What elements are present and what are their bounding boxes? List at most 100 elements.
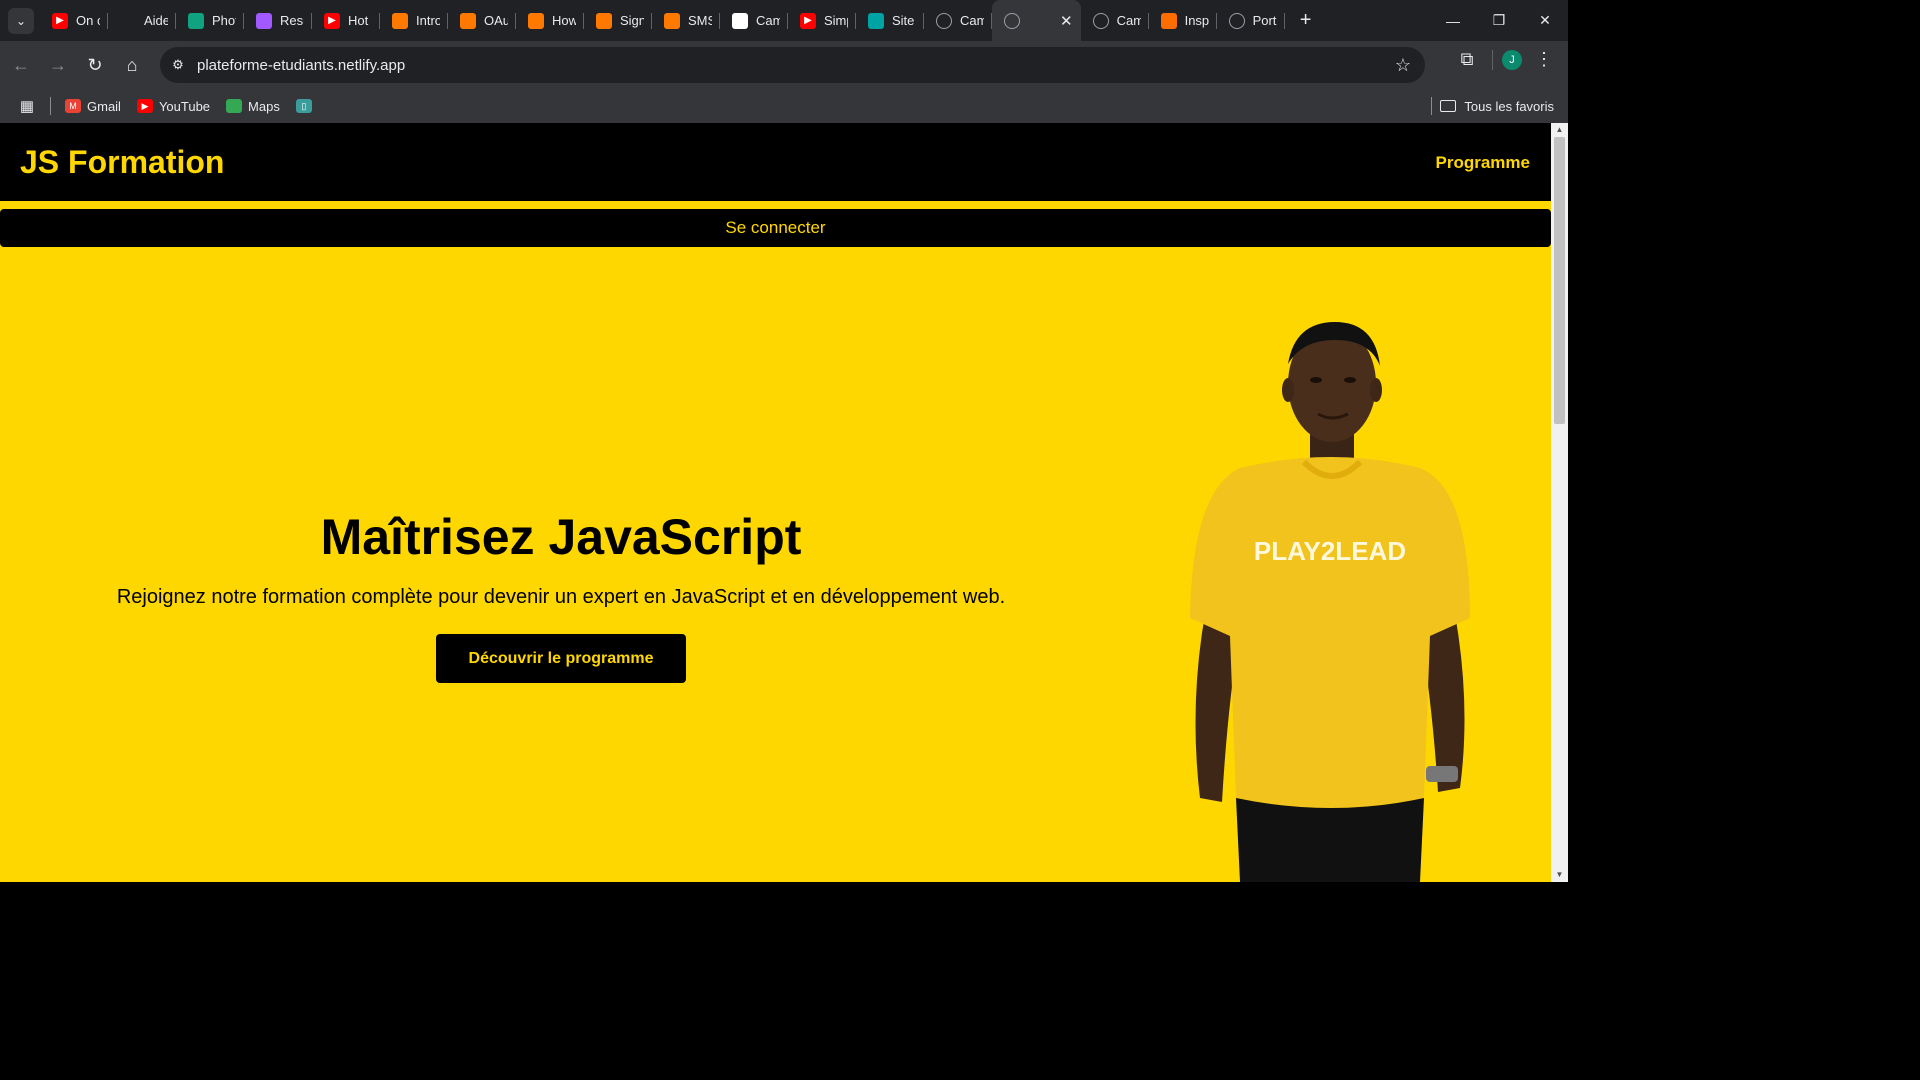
tab-title: Phot	[212, 13, 236, 28]
tab[interactable]: Cam	[924, 0, 992, 41]
tab[interactable]: Aide	[108, 0, 176, 41]
globe-icon	[1228, 12, 1245, 29]
site-header: JS Formation Programme	[0, 123, 1551, 201]
all-bookmarks-button[interactable]: Tous les favoris	[1440, 99, 1554, 114]
openai-icon	[120, 12, 136, 29]
home-button[interactable]: ⌂	[116, 49, 148, 81]
globe-icon	[1004, 12, 1020, 29]
tab-title: Insp	[1184, 13, 1209, 28]
tab[interactable]: OAu	[448, 0, 516, 41]
tab[interactable]: Insp	[1149, 0, 1217, 41]
orange-icon	[460, 12, 476, 29]
youtube-icon: ▶	[52, 12, 68, 29]
minimize-button[interactable]: —	[1430, 0, 1476, 41]
tab[interactable]: How	[516, 0, 584, 41]
figma-icon	[256, 12, 272, 29]
tab[interactable]: Intro	[380, 0, 448, 41]
folder-icon	[1440, 100, 1457, 112]
close-tab-icon[interactable]: ✕	[1060, 12, 1073, 30]
discover-program-button[interactable]: Découvrir le programme	[436, 634, 686, 683]
tab[interactable]: Phot	[176, 0, 244, 41]
globe-icon	[936, 12, 952, 29]
profile-avatar[interactable]: J	[1502, 49, 1522, 70]
tab-title: Site	[892, 13, 915, 28]
tab-title: How	[552, 13, 576, 28]
diamond-icon	[868, 12, 884, 29]
new-tab-button[interactable]: +	[1293, 9, 1319, 32]
extensions-icon[interactable]: ⧉	[1451, 49, 1483, 70]
bookmark-star-icon[interactable]: ☆	[1395, 55, 1411, 76]
tab[interactable]: Site	[856, 0, 924, 41]
tab[interactable]: Sign	[584, 0, 652, 41]
bookmarks-bar: ▦ M Gmail ▶ YouTube Maps ▯ Tous les favoris	[0, 89, 1568, 123]
orange-icon	[392, 12, 408, 29]
nav-link-programme[interactable]: Programme	[1436, 153, 1530, 173]
gmail-icon: M	[65, 99, 81, 113]
address-bar[interactable]: ⚙ plateforme-etudiants.netlify.app ☆	[160, 47, 1425, 83]
hero-title: Maîtrisez JavaScript	[320, 509, 802, 565]
back-button[interactable]: ←	[5, 49, 37, 81]
shirt-text: PLAY2LEAD	[1254, 536, 1406, 566]
close-window-button[interactable]: ✕	[1522, 0, 1568, 41]
url-text[interactable]: plateforme-etudiants.netlify.app	[197, 57, 405, 74]
youtube-icon: ▶	[324, 12, 340, 29]
fire-icon	[1160, 12, 1177, 29]
tab-active[interactable]: ✕	[992, 0, 1081, 41]
apps-grid-icon[interactable]: ▦	[14, 97, 40, 115]
tab-title: OAu	[484, 13, 508, 28]
tab-title: On c	[76, 13, 100, 28]
tab-title: SMS	[688, 13, 712, 28]
youtube-icon: ▶	[800, 12, 816, 29]
tab-title: Cam	[960, 13, 984, 28]
bookmark-label: YouTube	[158, 98, 211, 114]
tab[interactable]: ▶ Hot	[312, 0, 380, 41]
reload-button[interactable]: ↻	[79, 49, 111, 81]
tab-title: Sign	[620, 13, 644, 28]
tab-title: Aide	[144, 13, 168, 28]
scroll-down-icon[interactable]: ▼	[1551, 868, 1568, 882]
browser-tab-strip: ⌄ ▶ On c Aide Phot Resu ▶ Hot Intro OAu How Sign SM…	[0, 0, 1568, 41]
tab-title: Hot	[348, 13, 369, 28]
bookmark-page-icon: ▯	[295, 99, 312, 113]
toolbar-divider	[1492, 49, 1493, 70]
tab[interactable]: Cam	[1081, 0, 1149, 41]
site-settings-icon[interactable]: ⚙	[168, 57, 188, 73]
tab[interactable]: Cam	[720, 0, 788, 41]
tab-title: Cam	[756, 13, 780, 28]
tab[interactable]: ▶ Simp	[788, 0, 856, 41]
orange-icon	[664, 12, 680, 29]
maps-icon	[226, 99, 243, 113]
tab-title: Intro	[416, 13, 440, 28]
site-brand[interactable]: JS Formation	[20, 144, 224, 181]
tab[interactable]: ▶ On c	[40, 0, 108, 41]
bookmark-unnamed[interactable]: ▯	[295, 99, 318, 113]
window-controls: — ❐ ✕	[1430, 0, 1568, 41]
tab[interactable]: Port	[1217, 0, 1285, 41]
scrollbar-thumb[interactable]	[1554, 137, 1565, 424]
login-button[interactable]: Se connecter	[0, 209, 1551, 247]
page-scrollbar[interactable]: ▲ ▼	[1551, 123, 1568, 882]
tab-title: Port	[1252, 13, 1277, 28]
forward-button[interactable]: →	[42, 49, 74, 81]
youtube-icon: ▶	[136, 99, 153, 113]
bookmark-label: Gmail	[87, 98, 121, 114]
tab-title: Resu	[280, 13, 304, 28]
bookmark-maps[interactable]: Maps	[226, 99, 280, 114]
tab-search-button[interactable]: ⌄	[8, 7, 34, 34]
bookmark-youtube[interactable]: ▶ YouTube	[136, 98, 211, 114]
hero-subtitle: Rejoignez notre formation complète pour …	[116, 586, 1006, 608]
globe-icon	[1092, 12, 1109, 29]
tab-title: Simp	[824, 13, 848, 28]
tab[interactable]: SMS	[652, 0, 720, 41]
orange-icon	[528, 12, 544, 29]
browser-menu-icon[interactable]: ⋮	[1528, 49, 1560, 70]
tab[interactable]: Resu	[244, 0, 312, 41]
restore-button[interactable]: ❐	[1476, 0, 1522, 41]
orange-icon	[596, 12, 612, 29]
browser-toolbar: ← → ↻ ⌂ ⚙ plateforme-etudiants.netlify.a…	[0, 41, 1568, 89]
tab-title: Cam	[1116, 13, 1141, 28]
hero-person-image: PLAY2LEAD	[1190, 322, 1470, 882]
scroll-up-icon[interactable]: ▲	[1551, 123, 1568, 137]
bookmark-gmail[interactable]: M Gmail	[65, 99, 121, 114]
bookmarks-divider-right	[1431, 97, 1432, 115]
